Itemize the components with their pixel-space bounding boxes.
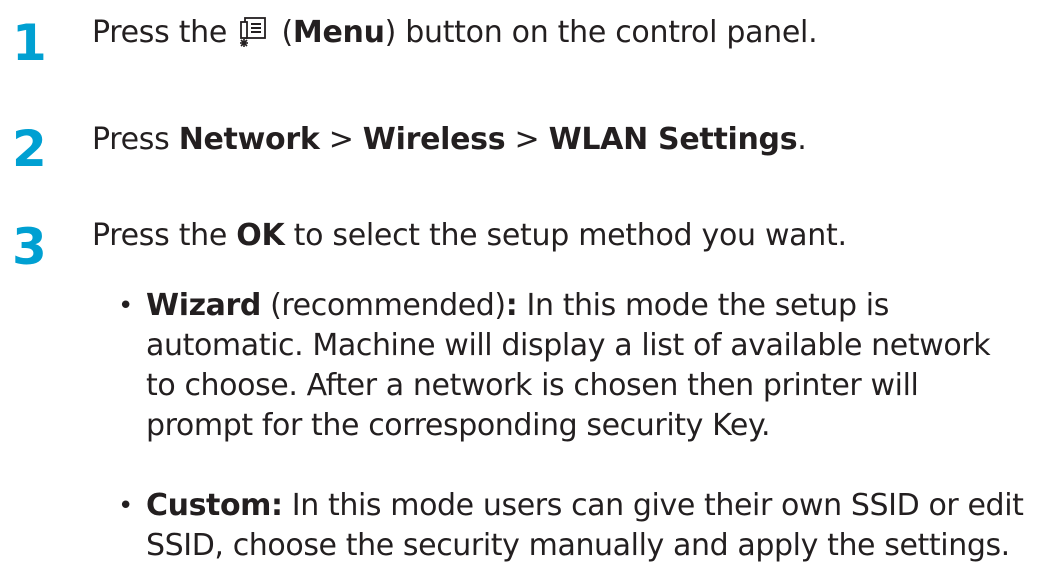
bullet-line: to choose. After a network is chosen the… — [146, 368, 919, 403]
bullet-line-text: In this mode the setup is — [517, 288, 889, 323]
separator: > — [319, 122, 363, 157]
wireless-label: Wireless — [362, 122, 506, 157]
step-text: Press Network > Wireless > WLAN Settings… — [92, 120, 807, 160]
wizard-label: Wizard — [146, 288, 261, 323]
step-text-suffix: ) button on the control panel. — [384, 15, 818, 50]
step-number: 2 — [12, 120, 47, 178]
step-text-paren: ( — [272, 15, 294, 50]
step-text-prefix: Press the — [92, 15, 237, 50]
wlan-settings-label: WLAN Settings — [548, 122, 798, 157]
step-text-prefix: Press — [92, 122, 179, 157]
step-text: Press the (Menu) button on the control p… — [92, 13, 818, 61]
bullet-text: Wizard (recommended): In this mode the s… — [146, 286, 1046, 446]
separator: > — [505, 122, 549, 157]
step-number: 3 — [12, 218, 47, 276]
colon: : — [505, 288, 518, 323]
step-text-suffix: . — [797, 122, 807, 157]
step-number: 1 — [12, 14, 47, 72]
network-label: Network — [178, 122, 320, 157]
bullet-line: automatic. Machine will display a list o… — [146, 328, 991, 363]
recommended-text: (recommended) — [260, 288, 506, 323]
menu-label: Menu — [292, 15, 385, 50]
bullet-line-text: In this mode users can give their own SS… — [282, 488, 1024, 523]
custom-label: Custom: — [146, 488, 283, 523]
step-text: Press the OK to select the setup method … — [92, 216, 847, 256]
bullet-marker: • — [118, 291, 134, 321]
ok-label: OK — [236, 218, 285, 253]
bullet-marker: • — [118, 491, 134, 521]
bullet-text: Custom: In this mode users can give thei… — [146, 486, 1046, 566]
bullet-line: SSID, choose the security manually and a… — [146, 528, 1010, 563]
step-text-suffix: to select the setup method you want. — [284, 218, 847, 253]
bullet-line: Custom: In this mode users can give thei… — [146, 486, 1046, 526]
menu-icon — [238, 16, 270, 61]
bullet-line: Wizard (recommended): In this mode the s… — [146, 286, 1046, 326]
bullet-line: prompt for the corresponding security Ke… — [146, 408, 771, 443]
step-text-prefix: Press the — [92, 218, 237, 253]
